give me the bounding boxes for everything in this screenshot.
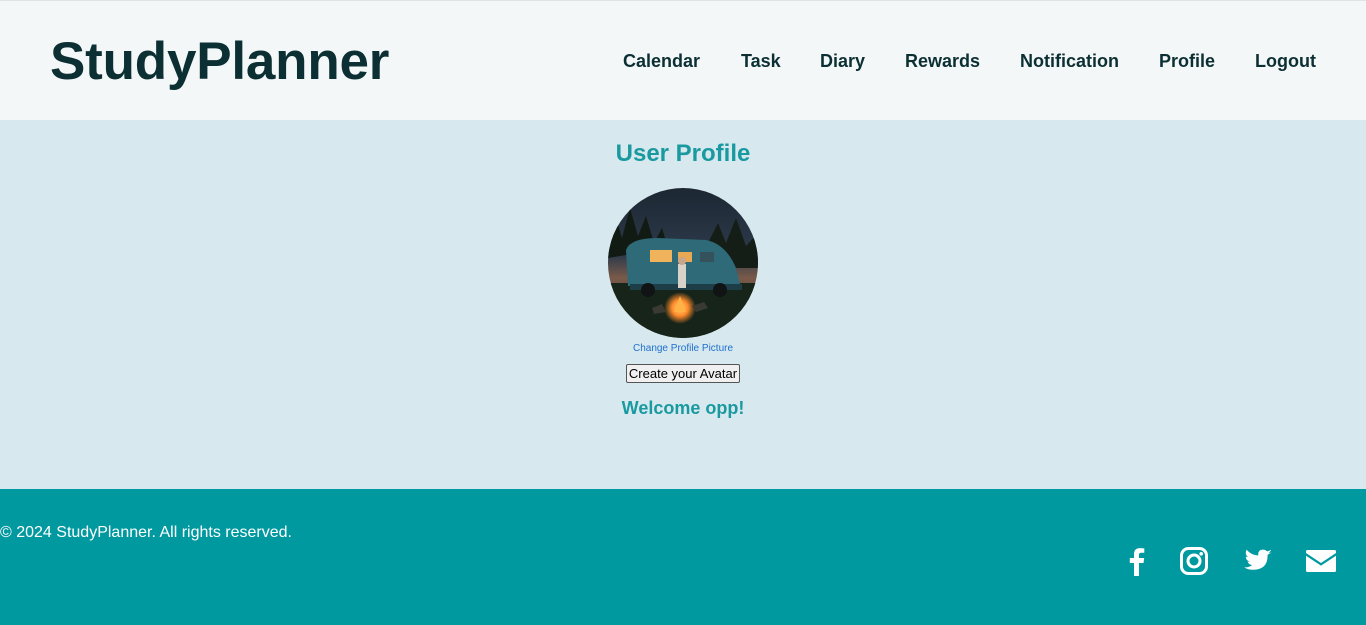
email-icon[interactable] [1303,543,1339,579]
nav-logout[interactable]: Logout [1255,50,1316,72]
profile-picture-image [608,188,758,338]
twitter-icon[interactable] [1239,543,1275,579]
profile-section: User Profile Change Profile Picture Crea… [0,120,1366,489]
profile-picture [608,188,758,338]
nav-task[interactable]: Task [741,50,781,72]
copyright-text: © 2024 StudyPlanner. All rights reserved… [0,524,292,541]
create-avatar-button[interactable]: Create your Avatar [626,364,740,383]
facebook-icon[interactable] [1119,543,1155,579]
nav-calendar[interactable]: Calendar [623,50,700,72]
nav-profile[interactable]: Profile [1159,50,1215,72]
change-profile-picture-link[interactable]: Change Profile Picture [0,342,1366,356]
main-nav: Calendar Task Diary Rewards Notification… [0,50,1366,74]
page-title: User Profile [615,140,751,167]
site-header: StudyPlanner Calendar Task Diary Rewards… [0,1,1366,120]
instagram-icon[interactable] [1176,543,1212,579]
site-footer: © 2024 StudyPlanner. All rights reserved… [0,489,1366,625]
nav-rewards[interactable]: Rewards [905,50,980,72]
nav-notification[interactable]: Notification [1020,50,1119,72]
welcome-message: Welcome opp! [621,398,745,418]
nav-diary[interactable]: Diary [820,50,865,72]
